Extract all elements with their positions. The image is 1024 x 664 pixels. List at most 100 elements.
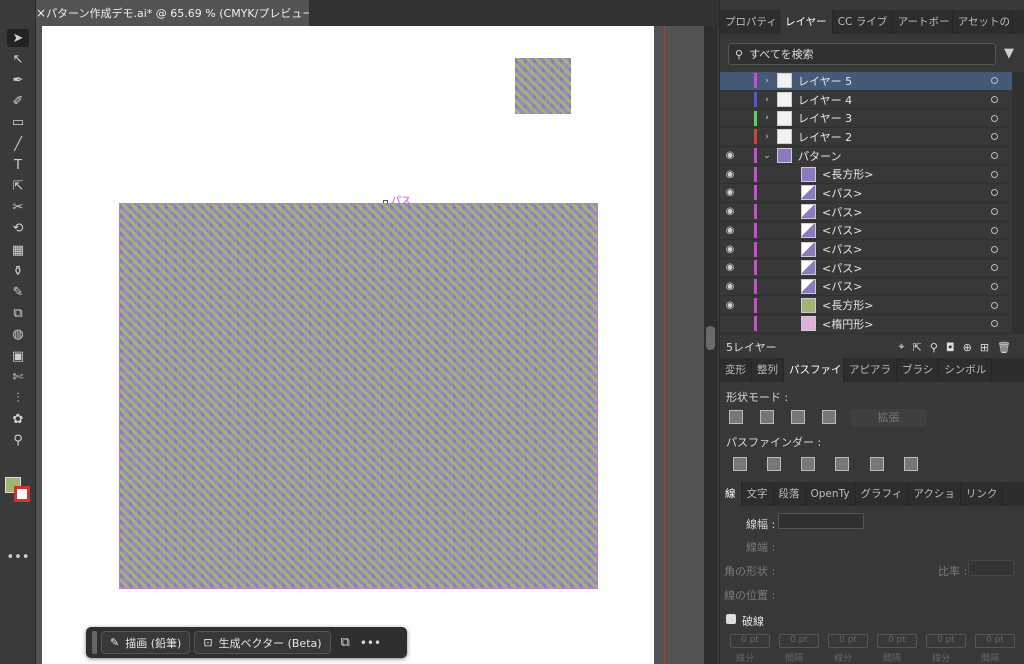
intersect-button[interactable] bbox=[791, 410, 805, 424]
close-tab-icon[interactable]: × bbox=[36, 6, 46, 20]
target-circle-icon[interactable] bbox=[991, 170, 998, 178]
type-icon[interactable]: T bbox=[7, 156, 29, 174]
dash-value-field[interactable]: 0 pt bbox=[877, 634, 917, 648]
dash-value-field[interactable]: 0 pt bbox=[828, 634, 868, 648]
visibility-eye-icon[interactable]: ◉ bbox=[720, 169, 740, 180]
visibility-eye-icon[interactable]: ◉ bbox=[720, 206, 740, 217]
target-circle-icon[interactable] bbox=[991, 77, 998, 85]
mid-tab-5[interactable]: シンボル bbox=[939, 358, 993, 382]
scale-icon[interactable]: ⇱ bbox=[7, 177, 29, 195]
visibility-eye-icon[interactable]: ◉ bbox=[720, 281, 740, 292]
bottom-tab-1[interactable]: 文字 bbox=[742, 482, 774, 506]
filter-icon[interactable]: ▼ bbox=[1004, 46, 1014, 61]
target-circle-icon[interactable] bbox=[991, 114, 998, 122]
target-circle-icon[interactable] bbox=[991, 133, 998, 141]
bottom-tab-6[interactable]: リンク bbox=[961, 482, 1004, 506]
target-circle-icon[interactable] bbox=[991, 208, 998, 216]
expand-arrow-icon[interactable]: › bbox=[761, 132, 773, 142]
blend-icon[interactable]: ⧉ bbox=[7, 305, 29, 323]
visibility-eye-icon[interactable]: ◉ bbox=[720, 244, 740, 255]
minus-front-button[interactable] bbox=[760, 410, 774, 424]
clipping-mask-icon[interactable]: ◘ bbox=[946, 341, 955, 354]
slice-icon[interactable]: ✄ bbox=[7, 368, 29, 386]
layer-row[interactable]: › レイヤー 5 bbox=[720, 72, 1012, 91]
pen-icon[interactable]: ✒ bbox=[7, 71, 29, 89]
layer-row[interactable]: ◉ <パス> bbox=[720, 203, 1012, 222]
artboard-options-icon[interactable]: ⧉ bbox=[335, 635, 356, 650]
eyedropper-alt-icon[interactable]: ✎ bbox=[7, 283, 29, 301]
dash-value-field[interactable]: 0 pt bbox=[975, 634, 1015, 648]
bottom-tab-0[interactable]: 線 bbox=[720, 482, 742, 506]
dashed-line-checkbox[interactable] bbox=[726, 614, 736, 624]
expand-arrow-icon[interactable]: ⌄ bbox=[761, 151, 773, 161]
symbol-sprayer-icon[interactable]: ✿ bbox=[7, 411, 29, 429]
bottom-tab-4[interactable]: グラフィ bbox=[856, 482, 909, 506]
layer-row[interactable]: › レイヤー 4 bbox=[720, 91, 1012, 110]
bottom-tab-5[interactable]: アクショ bbox=[908, 482, 961, 506]
expand-button[interactable]: 拡張 bbox=[850, 409, 927, 427]
top-tab-0[interactable]: プロパティ bbox=[720, 10, 780, 34]
selection-icon[interactable]: ➤ bbox=[7, 29, 29, 47]
collect-for-export-icon[interactable]: ⚲ bbox=[930, 341, 938, 354]
layer-row[interactable]: ◉ <パス> bbox=[720, 259, 1012, 278]
scroll-thumb[interactable] bbox=[706, 326, 715, 350]
canvas-area[interactable]: パス bbox=[36, 26, 718, 664]
zoom-icon[interactable]: ⚲ bbox=[7, 432, 29, 450]
minus-back-button[interactable] bbox=[904, 457, 918, 471]
document-tab[interactable]: × パターン作成デモ.ai* @ 65.69 % (CMYK/プレビュー) bbox=[36, 0, 318, 26]
target-circle-icon[interactable] bbox=[991, 245, 998, 253]
target-circle-icon[interactable] bbox=[991, 189, 998, 197]
visibility-eye-icon[interactable]: ◉ bbox=[720, 225, 740, 236]
drag-handle[interactable] bbox=[92, 631, 97, 654]
unite-button[interactable] bbox=[729, 410, 743, 424]
merge-button[interactable] bbox=[801, 457, 815, 471]
bottom-tab-2[interactable]: 段落 bbox=[774, 482, 806, 506]
visibility-eye-icon[interactable]: ◉ bbox=[720, 187, 740, 198]
top-tab-2[interactable]: CC ライブ bbox=[833, 10, 893, 34]
bottom-tab-3[interactable]: OpenTy bbox=[806, 482, 856, 506]
outline-button[interactable] bbox=[870, 457, 884, 471]
direct-selection-icon[interactable]: ↖ bbox=[7, 50, 29, 68]
new-layer-icon[interactable]: ⊞ bbox=[980, 341, 989, 354]
mid-tab-1[interactable]: 整列 bbox=[752, 358, 784, 382]
stroke-color-swatch[interactable] bbox=[14, 486, 30, 502]
crop-button[interactable] bbox=[835, 457, 849, 471]
layer-row[interactable]: › レイヤー 2 bbox=[720, 128, 1012, 147]
visibility-eye-icon[interactable]: ◉ bbox=[720, 150, 740, 161]
top-tab-1[interactable]: レイヤー bbox=[780, 10, 833, 34]
visibility-eye-icon[interactable]: ◉ bbox=[720, 262, 740, 273]
align-icon[interactable]: ⫶ bbox=[7, 389, 29, 407]
layer-row[interactable]: ◉ <パス> bbox=[720, 278, 1012, 297]
layer-row[interactable]: ◉ <パス> bbox=[720, 184, 1012, 203]
layer-search-field[interactable]: ⚲ すべてを検索 bbox=[728, 43, 996, 65]
exclude-button[interactable] bbox=[822, 410, 836, 424]
draw-pencil-button[interactable]: ✎ 描画 (鉛筆) bbox=[101, 631, 191, 654]
layer-row[interactable]: ◉ <パス> bbox=[720, 240, 1012, 259]
layer-row[interactable]: ◉ <長方形> bbox=[720, 165, 1012, 185]
trim-button[interactable] bbox=[767, 457, 781, 471]
scissors-icon[interactable]: ✂ bbox=[7, 199, 29, 217]
artboard-icon[interactable]: ▣ bbox=[7, 347, 29, 365]
export-icon[interactable]: ⇱ bbox=[913, 341, 922, 354]
gradient-icon[interactable]: ▦ bbox=[7, 241, 29, 259]
rectangle-icon[interactable]: ▭ bbox=[7, 114, 29, 132]
artboard[interactable]: パス bbox=[42, 26, 654, 664]
mid-tab-2[interactable]: パスファインダー bbox=[784, 358, 844, 382]
layer-row[interactable]: › レイヤー 3 bbox=[720, 109, 1012, 129]
dash-value-field[interactable]: 0 pt bbox=[926, 634, 966, 648]
trash-icon[interactable]: 🗑 bbox=[997, 341, 1011, 354]
layer-row[interactable]: ◉ <パス> bbox=[720, 222, 1012, 241]
expand-arrow-icon[interactable]: › bbox=[761, 113, 773, 123]
generate-vector-button[interactable]: ⊡ 生成ベクター (Beta) bbox=[194, 631, 331, 654]
target-circle-icon[interactable] bbox=[991, 301, 998, 309]
target-circle-icon[interactable] bbox=[991, 152, 998, 160]
shape-builder-icon[interactable]: ◍ bbox=[7, 326, 29, 344]
target-circle-icon[interactable] bbox=[991, 320, 998, 328]
top-tab-4[interactable]: アセットの bbox=[953, 10, 1013, 34]
pattern-swatch-preview[interactable] bbox=[515, 58, 571, 114]
new-sublayer-icon[interactable]: ⊕ bbox=[963, 341, 972, 354]
layers-scrollbar[interactable] bbox=[1012, 72, 1024, 334]
more-tools-button[interactable]: ••• bbox=[7, 548, 30, 566]
curvature-icon[interactable]: ✐ bbox=[7, 93, 29, 111]
vertical-scrollbar[interactable] bbox=[704, 26, 718, 664]
